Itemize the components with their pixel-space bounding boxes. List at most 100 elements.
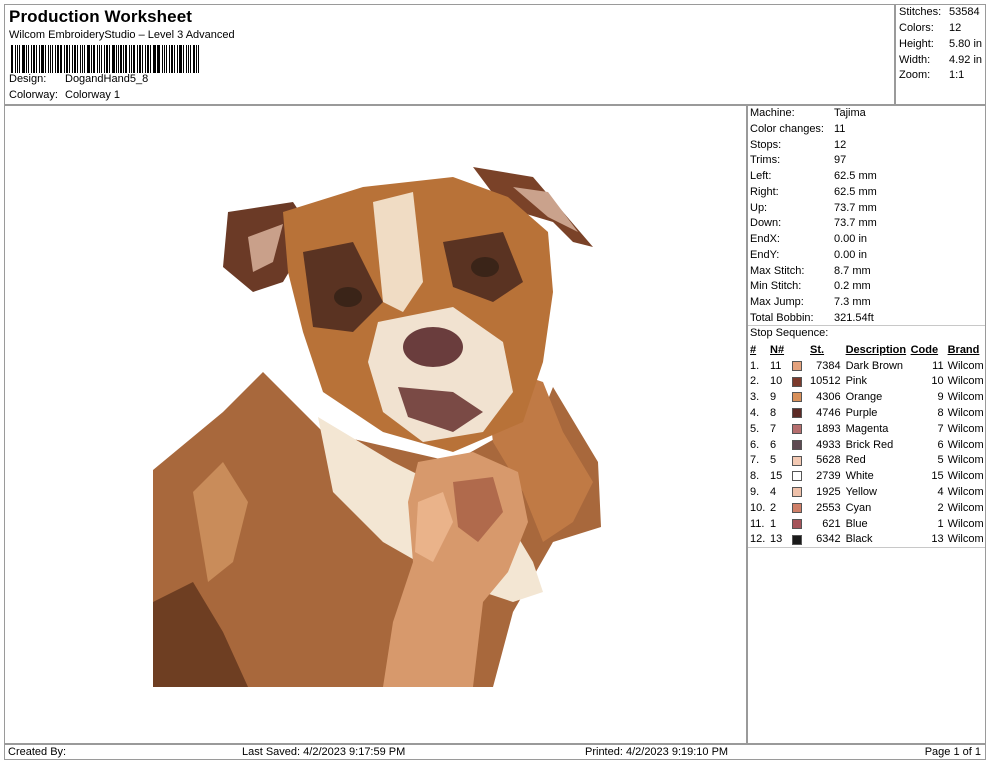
stop-number: 11.: [750, 517, 765, 530]
info-value: 11: [834, 122, 846, 135]
barcode-bar: [39, 45, 41, 73]
needle-number: 15: [770, 470, 783, 483]
header-needle: N#: [770, 343, 785, 356]
thread-brand: Wilcom: [947, 454, 984, 467]
color-code: 9: [937, 391, 944, 404]
barcode-bar: [35, 45, 38, 73]
header-stitches: St.: [810, 343, 825, 356]
needle-number: 4: [770, 486, 777, 499]
color-swatch: [792, 360, 802, 371]
info-label: Down:: [750, 217, 782, 230]
color-swatch: [792, 423, 802, 434]
header-num: #: [750, 343, 757, 356]
barcode-bar: [93, 45, 95, 73]
stitches-value: 53584: [949, 6, 980, 18]
stop-number: 10.: [750, 501, 766, 514]
info-label: Min Stitch:: [750, 280, 802, 293]
header-brand: Brand: [947, 343, 980, 356]
created-by: Created By:: [8, 746, 67, 758]
color-description: Dark Brown: [845, 359, 904, 372]
color-description: Pink: [845, 375, 867, 388]
barcode-bar: [137, 45, 139, 73]
embroidery-design-image: [153, 167, 601, 687]
info-row: EndX: 0.00 in: [750, 233, 867, 245]
info-row: Left: 62.5 mm: [750, 170, 877, 182]
table-row: 2. 10 10512 Pink 10 Wilcom: [748, 374, 984, 390]
barcode-bar: [87, 45, 91, 73]
color-swatch: [792, 471, 802, 482]
table-row: 11. 1 621 Blue 1 Wilcom: [748, 516, 984, 532]
stitch-count: 10512: [810, 375, 841, 388]
color-code: 6: [937, 438, 944, 451]
barcode-bar: [157, 45, 160, 73]
barcode-bar: [41, 45, 44, 73]
left-eye: [334, 287, 362, 307]
barcode-bar: [57, 45, 60, 73]
stop-number: 3.: [750, 391, 760, 404]
page-number: Page 1 of 1: [924, 746, 981, 758]
barcode-bar: [197, 45, 199, 73]
color-swatch: [792, 392, 802, 403]
barcode-bar: [115, 45, 117, 73]
thread-brand: Wilcom: [947, 422, 984, 435]
color-description: Cyan: [845, 501, 872, 514]
barcode-bar: [60, 45, 62, 73]
barcode-bar: [47, 45, 49, 73]
color-swatch: [792, 455, 802, 466]
needle-number: 13: [770, 533, 783, 546]
info-value: 62.5 mm: [834, 185, 877, 198]
worksheet-footer: Created By: Last Saved: 4/2/2023 9:17:59…: [4, 744, 986, 760]
stitch-count: 4746: [816, 407, 841, 420]
needle-number: 5: [770, 454, 777, 467]
info-row: EndY: 0.00 in: [750, 249, 867, 261]
barcode-bar: [130, 45, 132, 73]
info-value: 0.00 in: [834, 233, 868, 245]
stitches-row: Stitches: 53584: [899, 6, 980, 18]
barcode-bar: [146, 45, 149, 73]
barcode-bar: [83, 45, 86, 73]
color-code: 13: [931, 533, 944, 546]
barcode-bar: [103, 45, 106, 73]
thread-brand: Wilcom: [947, 533, 984, 546]
thread-brand: Wilcom: [947, 407, 984, 420]
colorway-row: Colorway: Colorway 1: [9, 89, 120, 101]
barcode-bar: [106, 45, 109, 73]
color-swatch: [792, 376, 802, 387]
stitch-count: 1893: [816, 422, 841, 435]
color-swatch: [792, 487, 802, 498]
colors-row: Colors: 12: [899, 22, 962, 34]
table-row: 9. 4 1925 Yellow 4 Wilcom: [748, 484, 984, 500]
design-preview: [4, 105, 747, 744]
info-label: Max Jump:: [750, 296, 804, 308]
barcode-bar: [11, 45, 13, 73]
table-row: 7. 5 5628 Red 5 Wilcom: [748, 453, 984, 469]
color-swatch: [792, 502, 802, 513]
info-row: Trims: 97: [750, 154, 846, 166]
stitch-count: 7384: [816, 359, 841, 372]
zoom-row: Zoom: 1:1: [899, 69, 965, 81]
info-value: 8.7 mm: [834, 264, 871, 277]
needle-number: 11: [770, 359, 782, 372]
barcode-bar: [195, 45, 197, 73]
barcode-bar: [96, 45, 98, 73]
info-label: Up:: [750, 201, 768, 214]
info-value: 7.3 mm: [834, 296, 871, 308]
color-description: Brick Red: [845, 438, 894, 451]
color-code: 1: [937, 517, 944, 530]
barcode-bar: [44, 45, 46, 73]
thread-brand: Wilcom: [947, 438, 984, 451]
barcode-bar: [79, 45, 81, 73]
design-name: DogandHand5_8: [65, 73, 149, 85]
thread-brand: Wilcom: [947, 470, 984, 483]
info-row: Machine: Tajima: [750, 107, 866, 119]
thread-brand: Wilcom: [947, 501, 984, 514]
needle-number: 6: [770, 438, 777, 451]
barcode-bar: [145, 45, 146, 73]
info-label: Stops:: [750, 138, 782, 151]
worksheet-header: Production Worksheet Wilcom EmbroiderySt…: [4, 4, 895, 105]
barcode-bar: [163, 45, 165, 73]
color-swatch: [792, 439, 802, 450]
stitch-count: 1925: [816, 486, 841, 499]
thread-brand: Wilcom: [947, 517, 984, 530]
stop-number: 7.: [750, 454, 760, 467]
